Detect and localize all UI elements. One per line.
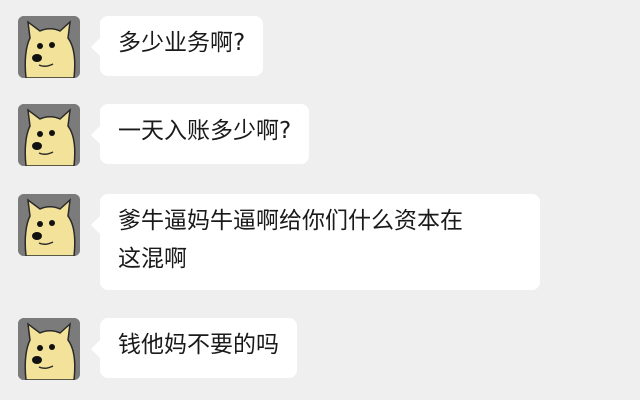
doge-avatar-icon[interactable] xyxy=(18,16,80,78)
message-bubble[interactable]: 钱他妈不要的吗 xyxy=(91,318,297,378)
doge-avatar-icon[interactable] xyxy=(18,318,80,380)
message-bubble[interactable]: 一天入账多少啊? xyxy=(90,104,310,164)
doge-avatar-icon[interactable] xyxy=(18,194,80,256)
message-bubble[interactable]: 爹牛逼妈牛逼啊给你们什么资本在 这混啊 xyxy=(91,194,540,290)
chat-window: 多少业务啊? 一天入账多少啊? 爹牛逼妈牛逼啊给你们什么资本在 这混啊 钱他妈不… xyxy=(0,0,640,400)
message-bubble[interactable]: 多少业务啊? xyxy=(90,16,264,76)
doge-avatar-icon[interactable] xyxy=(18,104,80,166)
